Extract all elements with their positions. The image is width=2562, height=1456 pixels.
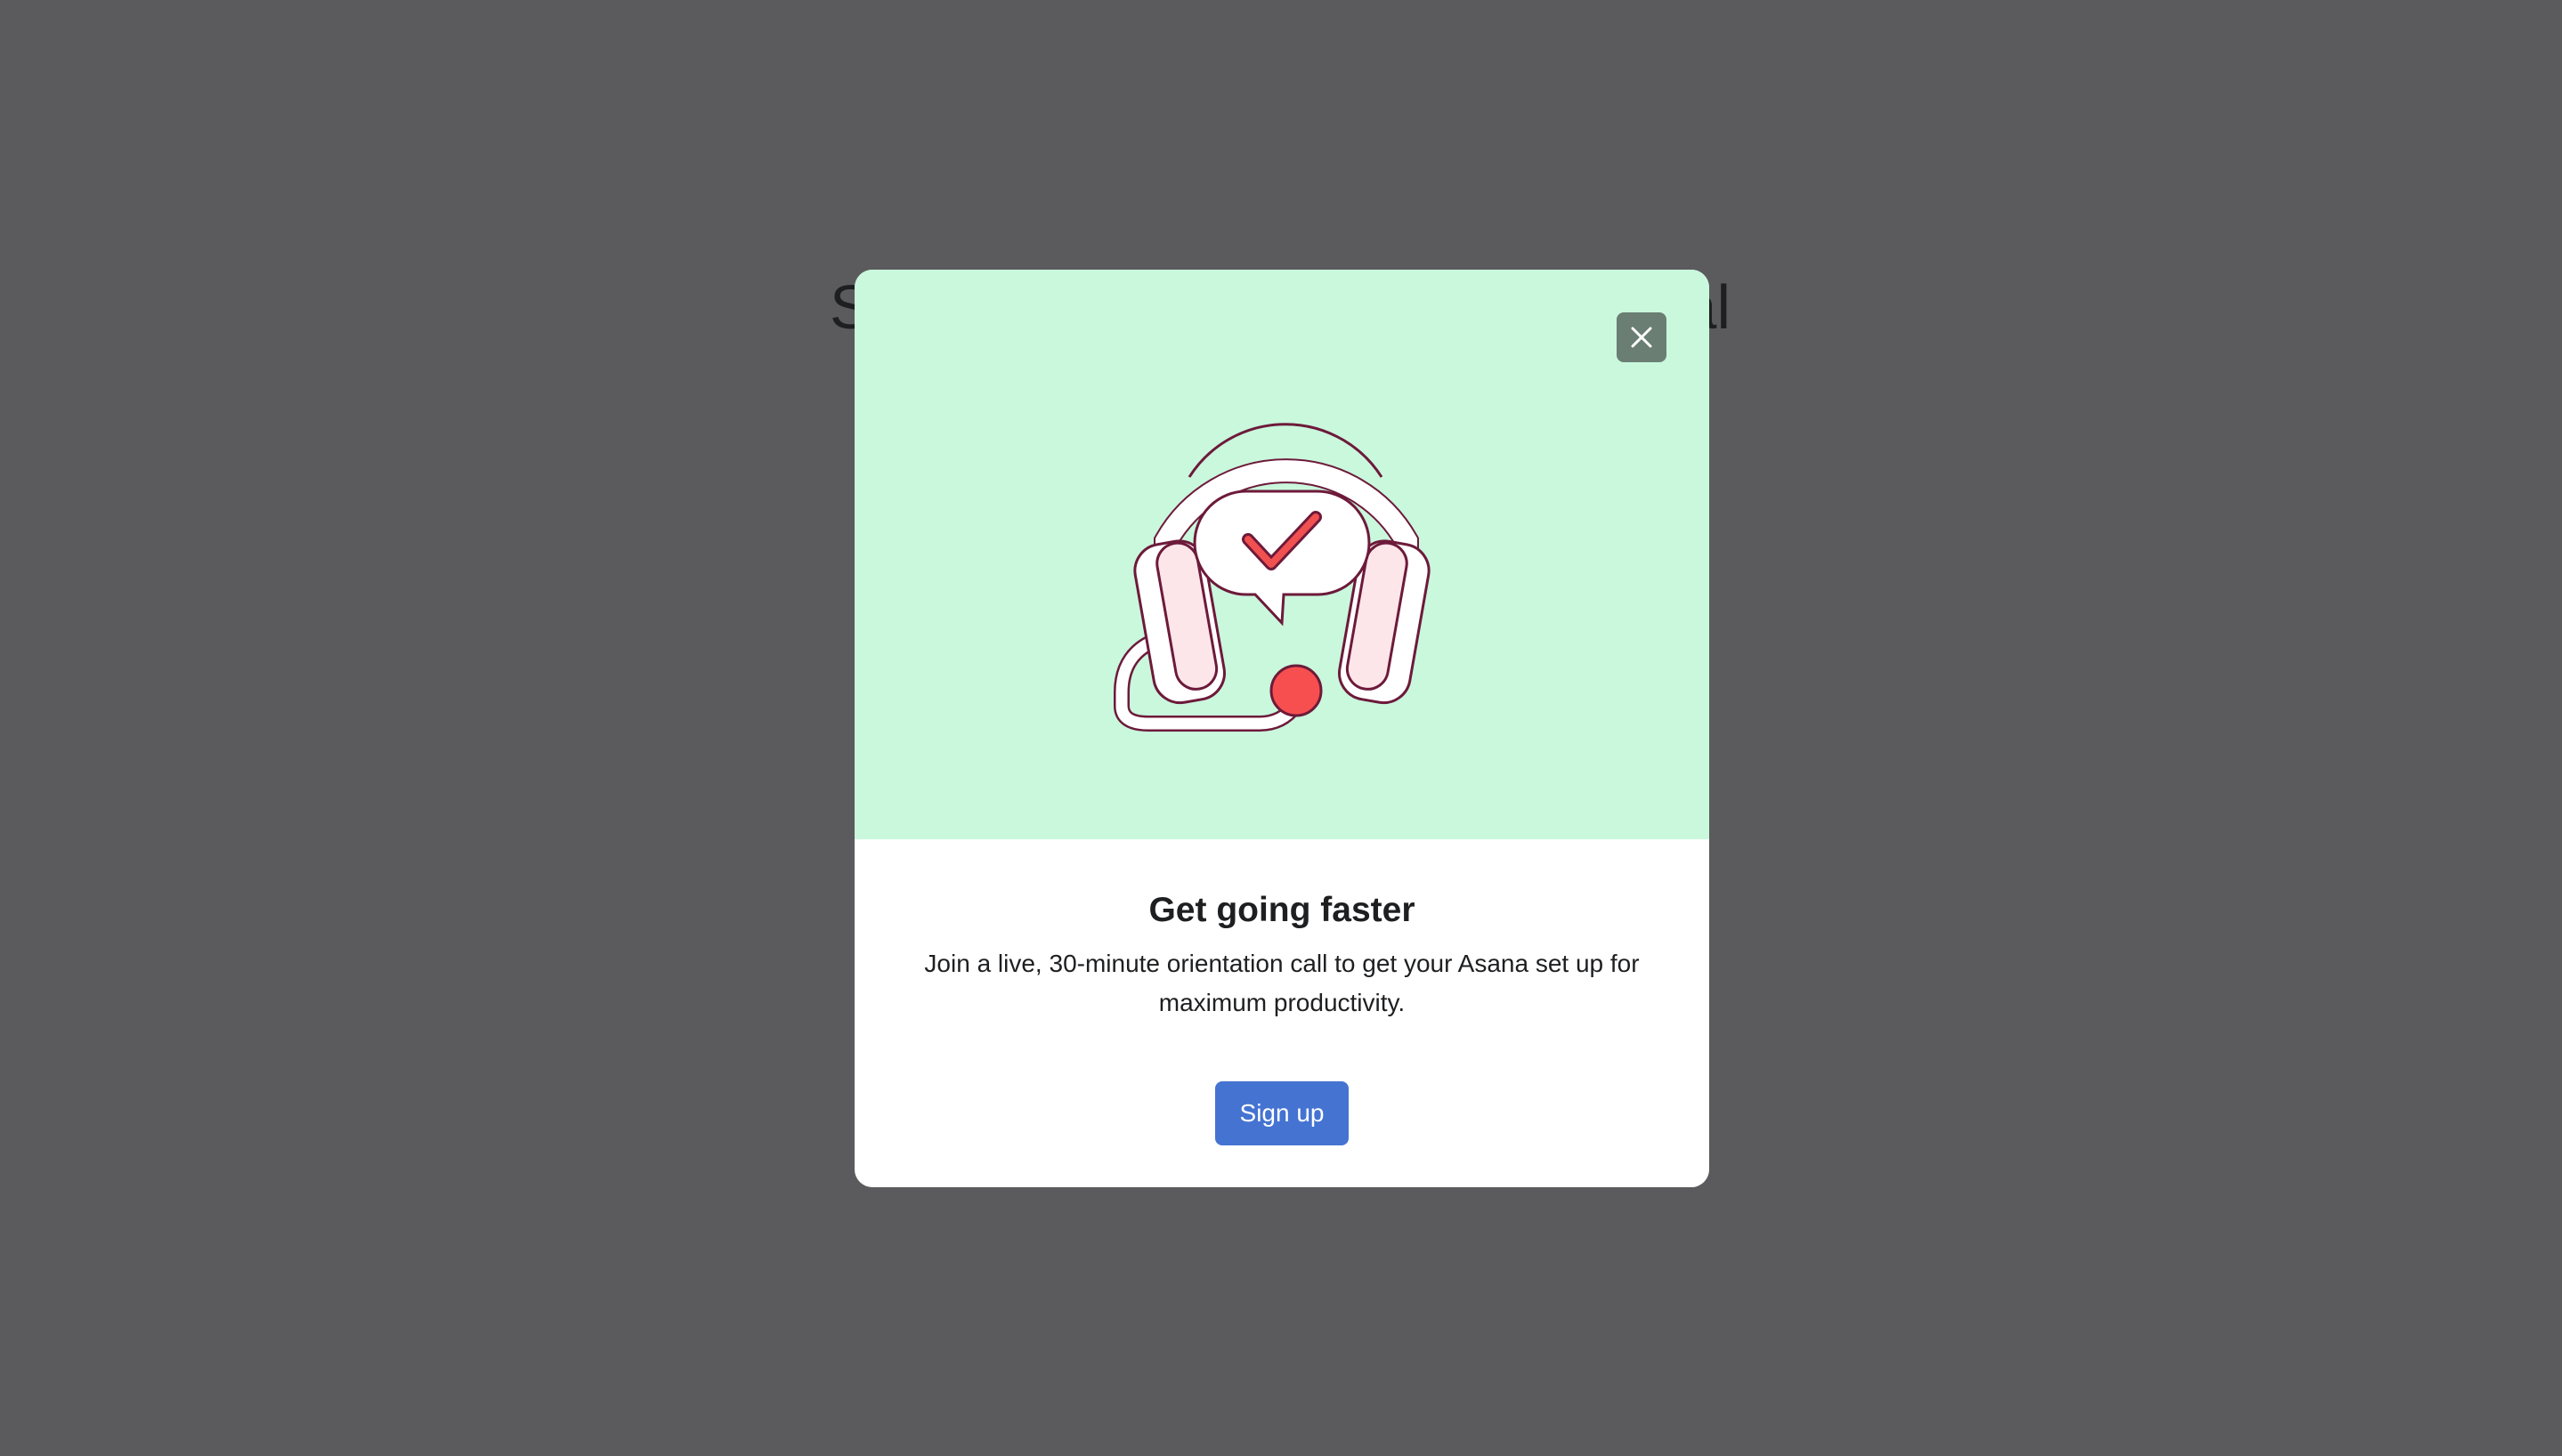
close-button[interactable] [1617, 312, 1666, 362]
modal-hero-banner [855, 270, 1709, 839]
modal-title: Get going faster [1148, 891, 1415, 929]
headset-checkmark-icon [1114, 423, 1431, 732]
modal-description: Join a live, 30-minute orientation call … [924, 950, 1640, 1016]
sign-up-button[interactable]: Sign up [1215, 1081, 1349, 1145]
orientation-call-modal: Get going faster Join a live, 30-minute … [855, 270, 1709, 1187]
close-icon [1631, 327, 1652, 348]
